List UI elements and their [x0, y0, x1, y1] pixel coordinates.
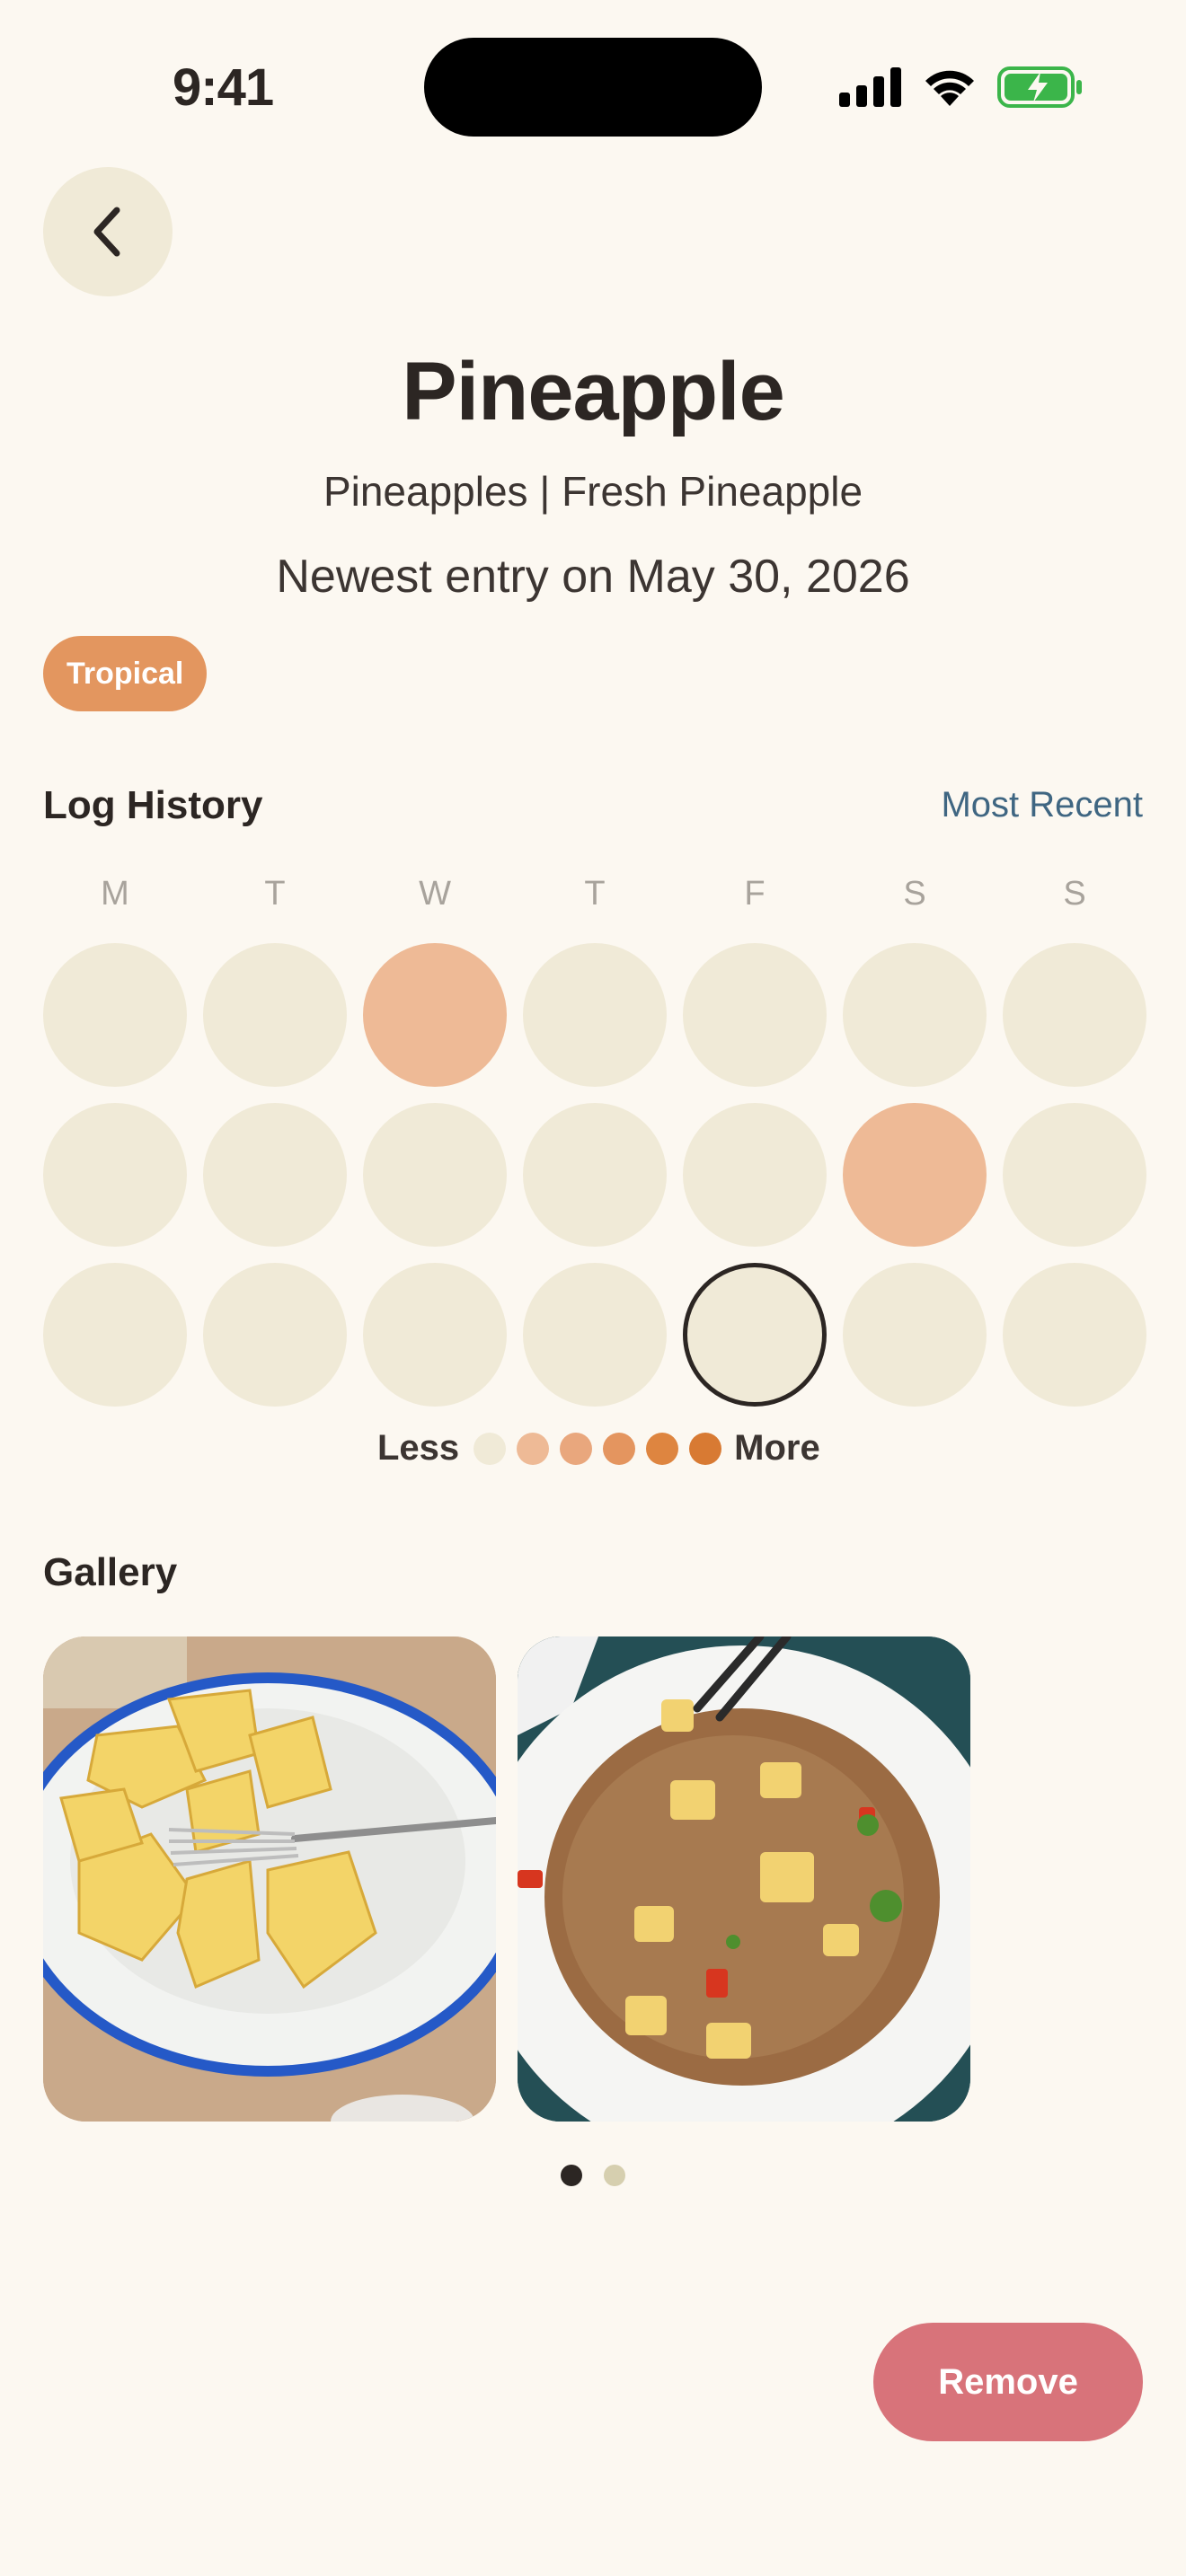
- remove-button[interactable]: Remove: [873, 2323, 1143, 2441]
- day-header: T: [584, 875, 606, 913]
- legend-dot: [517, 1432, 550, 1465]
- log-day-cell[interactable]: [523, 1263, 667, 1407]
- day-header: T: [264, 875, 286, 913]
- pager-dot[interactable]: [604, 2165, 625, 2186]
- day-header: S: [903, 875, 926, 913]
- status-icons: [839, 66, 1084, 108]
- log-day-cell[interactable]: [1003, 943, 1146, 1087]
- sort-most-recent-link[interactable]: Most Recent: [941, 785, 1143, 825]
- legend-dot: [689, 1432, 722, 1465]
- gallery-pager: [561, 2165, 625, 2186]
- log-day-cell[interactable]: [363, 1263, 507, 1407]
- log-day-cell[interactable]: [1003, 1263, 1146, 1407]
- log-day-cell[interactable]: [843, 943, 987, 1087]
- intensity-legend: Less More: [377, 1428, 820, 1469]
- pineapple-chunks-image: [43, 1636, 496, 2122]
- legend-dot: [474, 1432, 507, 1465]
- pager-dot[interactable]: [561, 2165, 582, 2186]
- dynamic-island: [424, 38, 762, 137]
- log-day-cell[interactable]: [843, 1263, 987, 1407]
- day-header: S: [1063, 875, 1086, 913]
- legend-more-label: More: [734, 1428, 820, 1468]
- gallery-photo-pineapple-fried-rice[interactable]: [518, 1636, 970, 2122]
- gallery-photo-pineapple-chunks[interactable]: [43, 1636, 496, 2122]
- log-day-cell[interactable]: [683, 943, 827, 1087]
- legend-dot: [646, 1432, 679, 1465]
- day-header: M: [101, 875, 129, 913]
- category-tag: Tropical: [43, 636, 208, 711]
- log-day-cell[interactable]: [363, 1103, 507, 1247]
- log-day-cell[interactable]: [523, 1103, 667, 1247]
- log-day-cell[interactable]: [363, 943, 507, 1087]
- battery-charging-icon: [997, 66, 1082, 108]
- log-day-cell[interactable]: [1003, 1103, 1146, 1247]
- page-title: Pineapple: [402, 346, 785, 437]
- gallery-title: Gallery: [43, 1550, 178, 1594]
- log-day-cell[interactable]: [683, 1263, 827, 1407]
- status-time: 9:41: [173, 58, 274, 117]
- log-day-cell[interactable]: [43, 1103, 187, 1247]
- log-day-cell[interactable]: [203, 943, 347, 1087]
- back-button[interactable]: [43, 167, 173, 296]
- log-history-title: Log History: [43, 783, 263, 827]
- newest-entry-label: Newest entry on May 30, 2026: [276, 551, 910, 603]
- chevron-left-icon: [93, 207, 120, 257]
- legend-dot: [560, 1432, 593, 1465]
- log-day-cell[interactable]: [43, 1263, 187, 1407]
- day-header: W: [419, 875, 451, 913]
- log-day-cell[interactable]: [523, 943, 667, 1087]
- log-day-cell[interactable]: [683, 1103, 827, 1247]
- wifi-icon: [925, 70, 974, 106]
- food-subtitle: Pineapples | Fresh Pineapple: [323, 468, 863, 515]
- legend-dots: [459, 1432, 722, 1465]
- log-day-cell[interactable]: [843, 1103, 987, 1247]
- log-day-cell[interactable]: [43, 943, 187, 1087]
- log-day-cell[interactable]: [203, 1263, 347, 1407]
- log-day-cell[interactable]: [203, 1103, 347, 1247]
- signal-icon: [839, 67, 901, 107]
- legend-less-label: Less: [377, 1428, 460, 1468]
- day-header: F: [744, 875, 766, 913]
- legend-dot: [603, 1432, 636, 1465]
- pineapple-fried-rice-image: [518, 1636, 970, 2122]
